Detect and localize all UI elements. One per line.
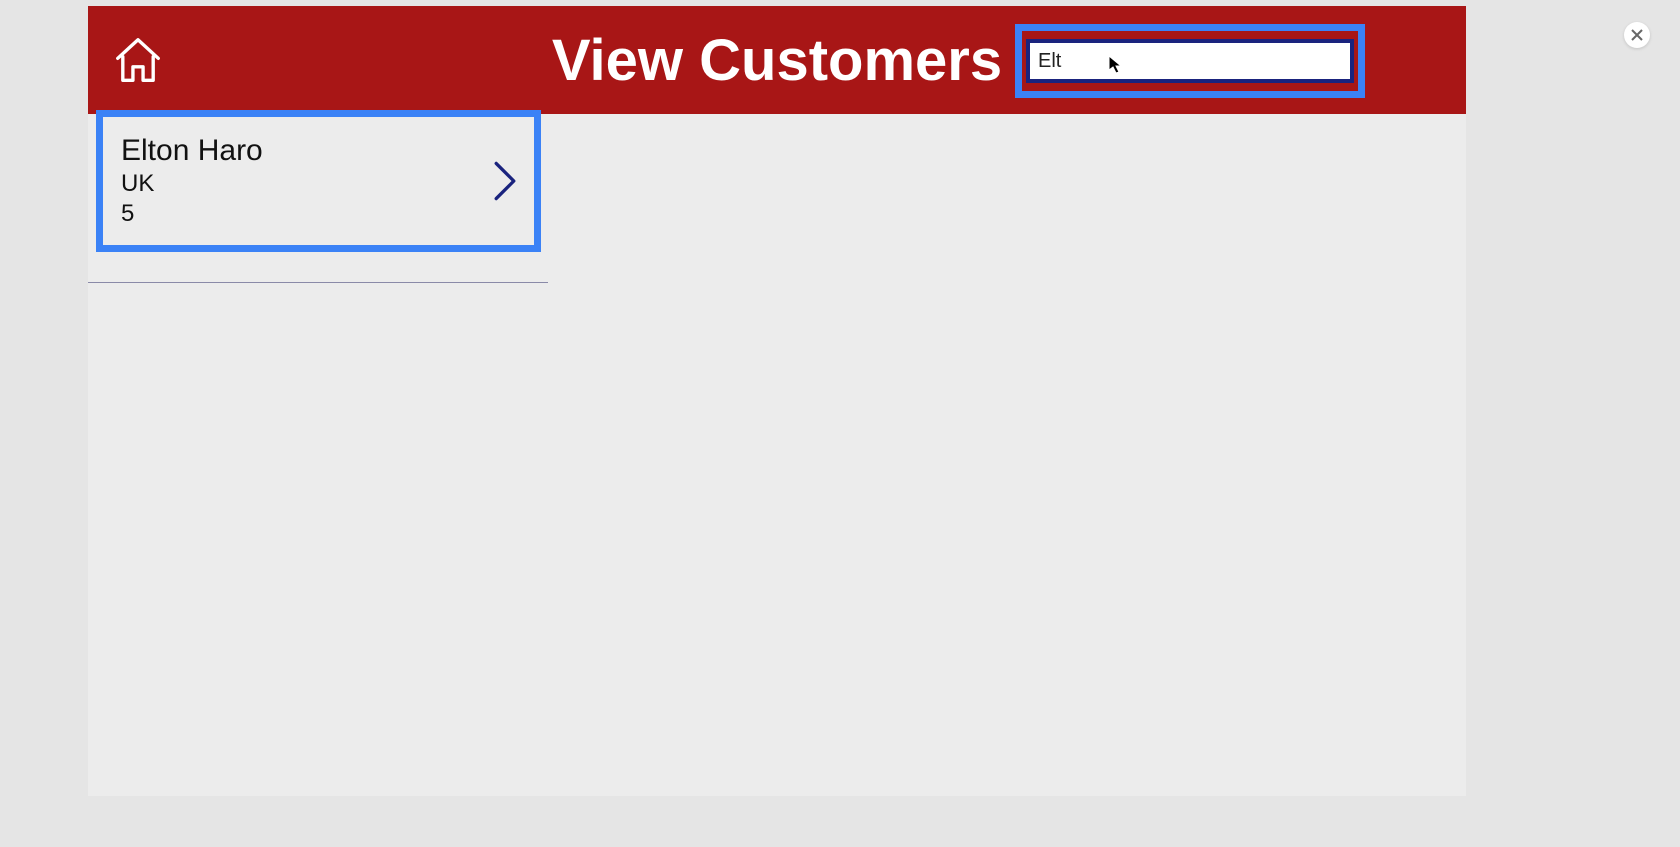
app-frame: View Customers Elton Haro UK 5 <box>88 6 1466 796</box>
home-icon <box>111 33 165 87</box>
customer-info: Elton Haro UK 5 <box>121 134 263 228</box>
close-button[interactable] <box>1624 22 1650 48</box>
close-icon <box>1630 28 1644 42</box>
customer-order: 5 <box>121 200 263 228</box>
chevron-right-icon <box>490 159 520 203</box>
customer-name: Elton Haro <box>121 134 263 168</box>
customer-list-item[interactable]: Elton Haro UK 5 <box>96 110 541 252</box>
page-title: View Customers <box>552 27 1002 94</box>
app-header: View Customers <box>88 6 1466 114</box>
search-input[interactable] <box>1026 39 1354 83</box>
customer-country: UK <box>121 170 263 198</box>
home-button[interactable] <box>110 32 166 88</box>
search-highlight <box>1015 24 1365 98</box>
list-divider <box>88 282 548 283</box>
